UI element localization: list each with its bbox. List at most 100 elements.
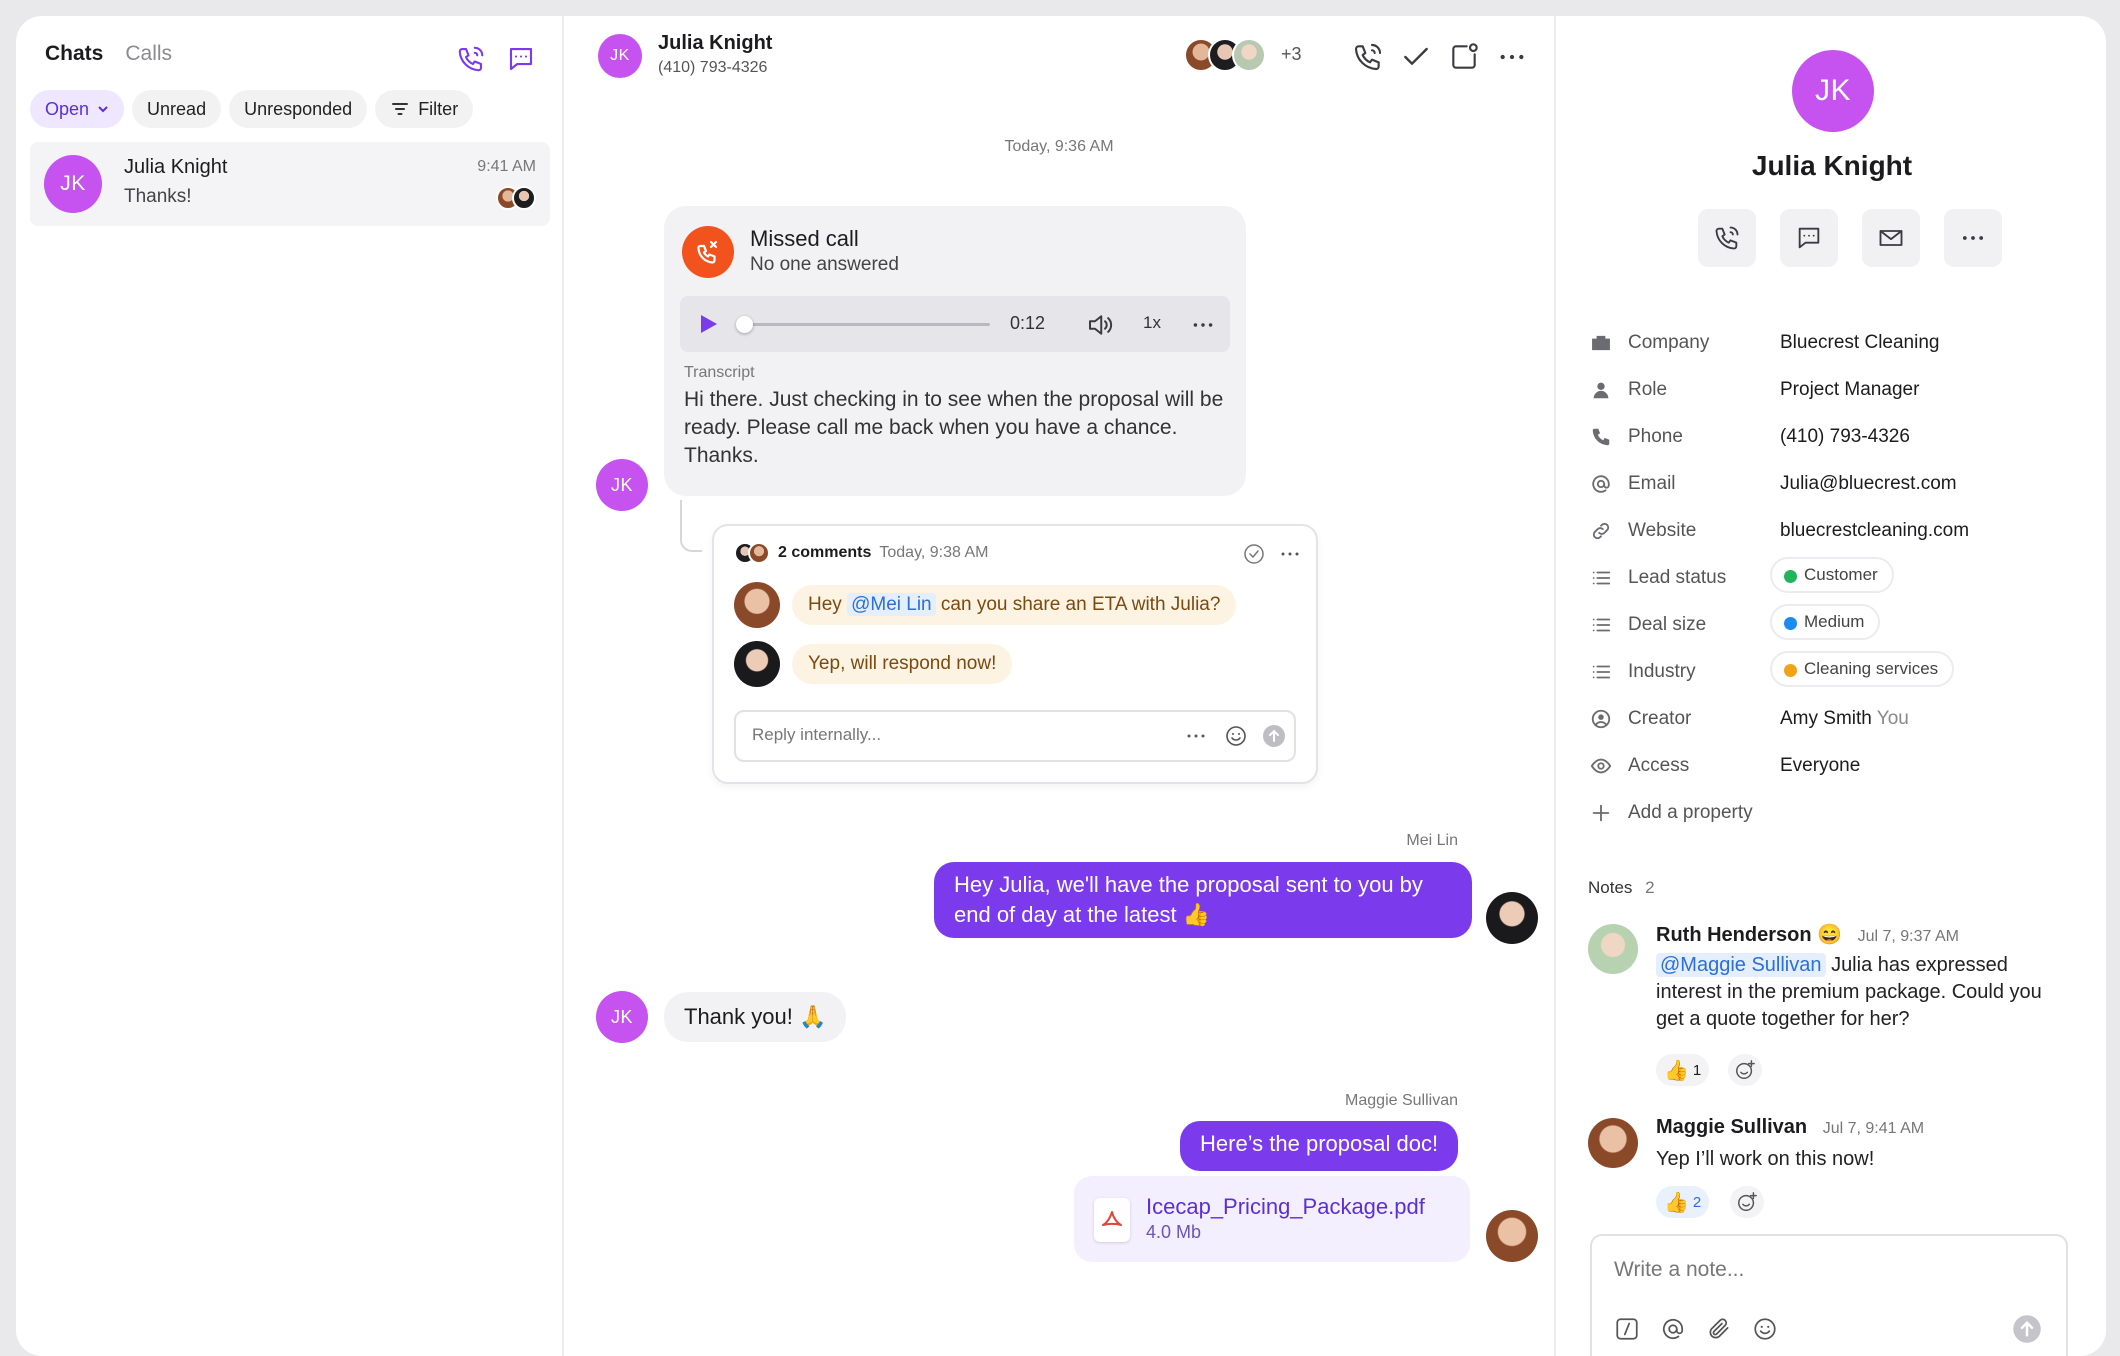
status-dot bbox=[1784, 570, 1797, 583]
avatar: JK bbox=[596, 991, 648, 1043]
day-timestamp: Today, 9:36 AM bbox=[1004, 138, 1114, 155]
status-badge[interactable]: Medium bbox=[1770, 604, 1881, 640]
add-reaction-icon[interactable] bbox=[1728, 1054, 1762, 1086]
eye-icon bbox=[1590, 755, 1612, 777]
at-icon bbox=[1590, 473, 1612, 495]
add-reaction-icon[interactable] bbox=[1730, 1186, 1764, 1218]
outgoing-message[interactable]: Here’s the proposal doc! bbox=[1180, 1121, 1459, 1171]
tab-chats[interactable]: Chats bbox=[45, 42, 103, 66]
send-icon[interactable] bbox=[1262, 724, 1286, 748]
unresponded-filter[interactable]: Unresponded bbox=[229, 90, 368, 128]
reaction-count: 2 bbox=[1692, 1193, 1702, 1211]
more-icon[interactable] bbox=[1184, 724, 1208, 748]
participant-avatars bbox=[734, 542, 770, 564]
more-icon[interactable] bbox=[1278, 542, 1302, 566]
message-author: Maggie Sullivan bbox=[1345, 1092, 1458, 1109]
filter-button[interactable]: Filter bbox=[375, 90, 474, 128]
badge-label: Customer bbox=[1804, 565, 1878, 584]
message-button[interactable] bbox=[1780, 209, 1838, 267]
mention[interactable]: @Mei Lin bbox=[847, 593, 936, 616]
audio-player: 0:12 1x bbox=[680, 296, 1230, 352]
note-body: @Maggie Sullivan Julia has expressed int… bbox=[1656, 952, 2066, 1033]
attachment-icon[interactable] bbox=[1706, 1316, 1732, 1342]
reply-internally-input[interactable]: Reply internally... bbox=[734, 710, 1296, 762]
playback-speed[interactable]: 1x bbox=[1143, 313, 1161, 333]
contact-name[interactable]: Julia Knight bbox=[658, 32, 772, 55]
property-value: Project Manager bbox=[1780, 379, 1920, 400]
thumbs-up-icon: 👍 bbox=[1664, 1191, 1689, 1214]
conversation-item[interactable]: JK Julia Knight Thanks! 9:41 AM bbox=[30, 142, 550, 226]
status-badge[interactable]: Customer bbox=[1770, 557, 1894, 593]
email-button[interactable] bbox=[1862, 209, 1920, 267]
mention-icon[interactable] bbox=[1660, 1316, 1686, 1342]
avatar bbox=[1486, 1210, 1538, 1262]
call-button[interactable] bbox=[1698, 209, 1756, 267]
file-name[interactable]: Icecap_Pricing_Package.pdf bbox=[1146, 1194, 1425, 1220]
property-label: Role bbox=[1628, 379, 1668, 400]
note-text: Yep I’ll work on this now! bbox=[1656, 1148, 1875, 1170]
emoji-icon[interactable] bbox=[1752, 1316, 1778, 1342]
reaction-chip[interactable]: 👍 2 bbox=[1656, 1186, 1710, 1218]
filter-label: Filter bbox=[418, 98, 459, 119]
note-author: Ruth Henderson bbox=[1656, 924, 1812, 946]
new-message-icon[interactable] bbox=[506, 44, 536, 74]
badge-label: Medium bbox=[1804, 612, 1865, 631]
incoming-message[interactable]: Thank you! 🙏 bbox=[664, 992, 847, 1042]
volume-icon[interactable] bbox=[1085, 310, 1115, 340]
slash-command-icon[interactable] bbox=[1614, 1316, 1640, 1342]
avatar bbox=[1486, 892, 1538, 944]
tab-calls[interactable]: Calls bbox=[125, 42, 172, 66]
property-value: Julia@bluecrest.com bbox=[1780, 473, 1957, 494]
comment-bubble: Hey @Mei Lin can you share an ETA with J… bbox=[792, 585, 1237, 625]
mention[interactable]: @Maggie Sullivan bbox=[1656, 953, 1826, 977]
property-label: Creator bbox=[1628, 708, 1692, 729]
chevron-down-icon bbox=[97, 103, 109, 115]
phone-icon[interactable] bbox=[456, 44, 486, 74]
play-icon[interactable] bbox=[696, 312, 720, 336]
call-icon[interactable] bbox=[1352, 41, 1384, 73]
creator-you: You bbox=[1876, 708, 1909, 729]
resolve-check-icon[interactable] bbox=[1242, 542, 1266, 566]
note-input[interactable]: Write a note... bbox=[1590, 1234, 2068, 1356]
left-tabs: Chats Calls bbox=[45, 42, 172, 66]
avatar bbox=[512, 186, 536, 210]
property-label: Company bbox=[1628, 332, 1710, 353]
avatar bbox=[734, 582, 780, 628]
comment-text: can you share an ETA with Julia? bbox=[940, 594, 1221, 615]
audio-progress-track[interactable] bbox=[740, 323, 990, 326]
outgoing-message[interactable]: Hey Julia, we'll have the proposal sent … bbox=[934, 862, 1472, 938]
note-item: Ruth Henderson 😄 Jul 7, 9:37 AM @Maggie … bbox=[1588, 922, 2068, 1092]
phone-icon bbox=[1590, 426, 1612, 448]
status-dot bbox=[1784, 664, 1797, 677]
phone-icon bbox=[1713, 224, 1741, 252]
property-value: Amy Smith You bbox=[1780, 708, 1909, 730]
more-icon[interactable] bbox=[1190, 312, 1216, 338]
more-icon[interactable] bbox=[1496, 41, 1528, 73]
user-circle-icon bbox=[1590, 708, 1612, 730]
send-icon[interactable] bbox=[2012, 1314, 2042, 1344]
file-attachment[interactable]: Icecap_Pricing_Package.pdf 4.0 Mb bbox=[1074, 1176, 1470, 1262]
more-icon bbox=[1959, 224, 1987, 252]
open-filter-dropdown[interactable]: Open bbox=[30, 90, 125, 128]
participant-avatars[interactable] bbox=[1184, 38, 1266, 72]
note-placeholder: Write a note... bbox=[1614, 1258, 1745, 1281]
unread-label: Unread bbox=[147, 98, 207, 119]
comment-count[interactable]: 2 comments bbox=[778, 544, 871, 562]
emoji-icon[interactable] bbox=[1224, 724, 1248, 748]
plus-icon bbox=[1590, 802, 1612, 824]
snooze-icon[interactable] bbox=[1448, 41, 1480, 73]
unread-filter[interactable]: Unread bbox=[132, 90, 222, 128]
audio-scrubber-handle[interactable] bbox=[736, 316, 753, 333]
conversation-time: 9:41 AM bbox=[477, 158, 536, 175]
comment-item: Yep, will respond now! bbox=[734, 641, 1013, 687]
thread-header: 2 comments Today, 9:38 AM bbox=[734, 542, 988, 564]
reaction-chip[interactable]: 👍 1 bbox=[1656, 1054, 1710, 1086]
notes-count: 2 bbox=[1645, 878, 1655, 897]
extra-participants-count[interactable]: +3 bbox=[1281, 44, 1302, 65]
check-icon[interactable] bbox=[1400, 41, 1432, 73]
unresponded-label: Unresponded bbox=[244, 98, 353, 119]
status-badge[interactable]: Cleaning services bbox=[1770, 651, 1955, 687]
more-button[interactable] bbox=[1944, 209, 2002, 267]
message-icon bbox=[1795, 224, 1823, 252]
mail-icon bbox=[1877, 224, 1905, 252]
